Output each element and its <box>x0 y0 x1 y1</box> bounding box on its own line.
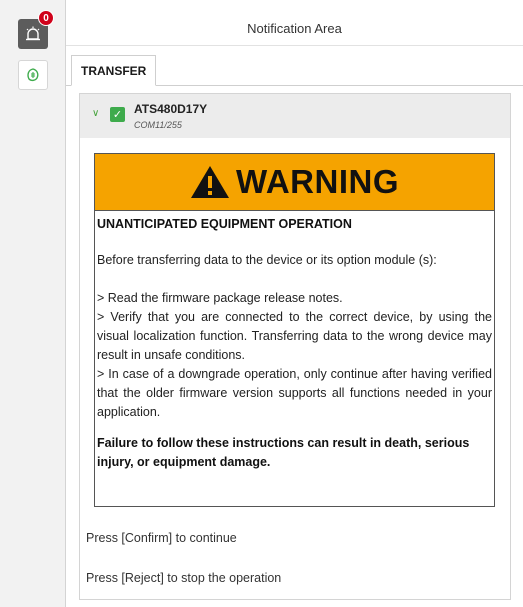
reject-prompt: Press [Reject] to stop the operation <box>86 571 282 585</box>
confirm-prompt: Press [Confirm] to continue <box>86 531 237 545</box>
warning-footer: Failure to follow these instructions can… <box>97 436 470 469</box>
warning-item: > Verify that you are connected to the c… <box>97 310 492 362</box>
device-checkbox[interactable]: ✓ <box>110 107 125 122</box>
transfer-leaf-icon <box>27 68 39 82</box>
alarm-bell-icon <box>26 26 40 41</box>
header-title: Notification Area <box>66 12 523 46</box>
warning-intro: Before transferring data to the device o… <box>97 253 437 267</box>
warning-box: WARNING UNANTICIPATED EQUIPMENT OPERATIO… <box>94 153 495 507</box>
warning-instructions: > Read the firmware package release note… <box>95 289 494 422</box>
warning-banner: WARNING <box>95 154 494 211</box>
warning-item: > In case of a downgrade operation, only… <box>97 367 492 419</box>
device-port: COM11/255 <box>134 120 182 130</box>
device-name: ATS480D17Y <box>134 102 208 116</box>
tab-transfer[interactable]: TRANSFER <box>71 55 157 86</box>
warning-heading: UNANTICIPATED EQUIPMENT OPERATION <box>97 217 352 231</box>
warning-triangle-icon <box>191 166 229 198</box>
warning-title: WARNING <box>236 163 399 200</box>
transfer-panel: ∨ ✓ ATS480D17Y COM11/255 WARNING UNANTIC… <box>79 93 511 600</box>
chevron-down-icon[interactable]: ∨ <box>92 108 99 119</box>
warning-item: > Read the firmware package release note… <box>97 291 343 305</box>
transfer-button[interactable] <box>18 60 48 90</box>
device-row[interactable]: ∨ ✓ ATS480D17Y COM11/255 <box>80 94 510 138</box>
left-rail: 0 <box>0 0 66 607</box>
notification-badge: 0 <box>38 10 54 26</box>
tab-bar: TRANSFER <box>66 55 523 86</box>
